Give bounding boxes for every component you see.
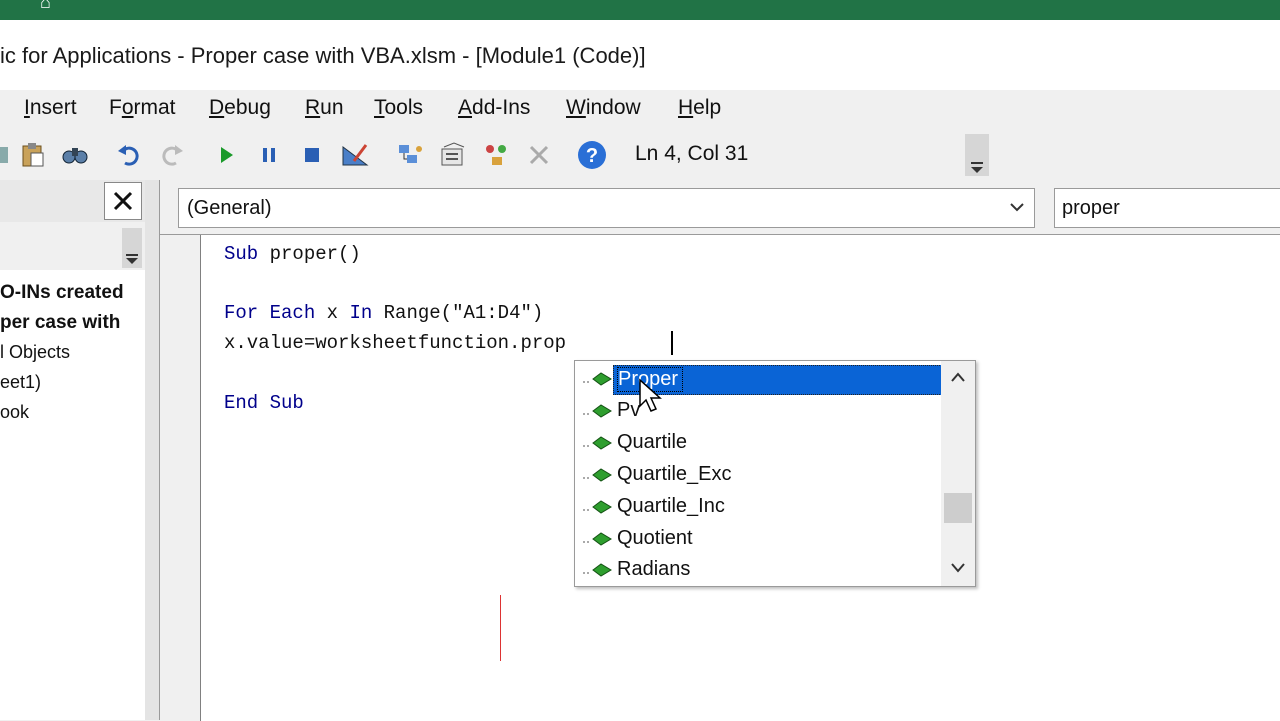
code-line-1: Sub proper() <box>224 243 361 265</box>
pane-splitter[interactable] <box>145 180 159 720</box>
close-icon[interactable] <box>104 182 142 220</box>
find-icon[interactable] <box>60 140 90 170</box>
code-line-4: x.value=worksheetfunction.prop <box>224 332 567 354</box>
menu-insert[interactable]: Insert <box>24 96 77 120</box>
title-bar: ic for Applications - Proper case with V… <box>0 20 1280 90</box>
code-line-6: End Sub <box>224 392 304 414</box>
excel-ribbon-strip: ⌂ <box>0 0 1280 20</box>
text-caret <box>671 331 673 355</box>
undo-icon[interactable] <box>114 140 144 170</box>
redo-icon[interactable] <box>157 140 187 170</box>
menu-add-ins[interactable]: Add-Ins <box>458 96 530 120</box>
excel-app-glyph: ⌂ <box>40 0 51 12</box>
autocomplete-label: Quartile_Exc <box>617 463 732 485</box>
properties-window-icon[interactable] <box>438 140 468 170</box>
autocomplete-item-pv[interactable]: Pv <box>575 396 941 426</box>
svg-text:?: ? <box>586 145 598 167</box>
object-browser-icon[interactable] <box>482 140 512 170</box>
menu-bar: Insert Format Debug Run Tools Add-Ins Wi… <box>0 90 1280 130</box>
method-icon <box>583 372 612 386</box>
standard-toolbar: ? Ln 4, Col 31 <box>0 130 990 180</box>
tree-addins-project[interactable]: O-INs created <box>0 282 124 304</box>
code-margin[interactable] <box>160 235 201 721</box>
chevron-down-icon[interactable] <box>950 561 966 573</box>
method-icon <box>583 500 612 514</box>
procedure-dropdown[interactable]: proper <box>1054 188 1280 228</box>
cursor-position-status: Ln 4, Col 31 <box>635 142 749 165</box>
autocomplete-label: Radians <box>617 558 691 580</box>
tree-workbook-project[interactable]: per case with <box>0 312 120 334</box>
reset-icon[interactable] <box>297 140 327 170</box>
procedure-dropdown-value: proper <box>1062 197 1120 219</box>
toolbox-icon[interactable] <box>525 140 555 170</box>
project-toolbar-grip[interactable] <box>122 228 142 268</box>
autocomplete-list: Proper Pv Quartile Quartile_Exc Quartile… <box>574 360 976 587</box>
autocomplete-item-quartile[interactable]: Quartile <box>575 428 941 458</box>
scrollbar-thumb[interactable] <box>944 493 972 523</box>
mouse-pointer-icon <box>639 378 662 412</box>
menu-tools[interactable]: Tools <box>374 96 423 120</box>
toolbar-options-grip[interactable] <box>965 134 989 176</box>
autocomplete-item-quotient[interactable]: Quotient <box>575 524 941 554</box>
menu-run[interactable]: Run <box>305 96 344 120</box>
window-title: ic for Applications - Proper case with V… <box>0 43 646 68</box>
menu-format[interactable]: Format <box>109 96 176 120</box>
autocomplete-label: Quartile <box>617 431 688 453</box>
tree-thisworkbook[interactable]: ook <box>0 402 29 423</box>
method-icon <box>583 468 612 482</box>
autocomplete-item-radians[interactable]: Radians <box>575 555 941 585</box>
design-mode-icon[interactable] <box>340 140 370 170</box>
red-marker-line <box>500 595 501 661</box>
autocomplete-label: Quartile_Inc <box>617 495 725 517</box>
autocomplete-label: Quotient <box>617 527 693 549</box>
tree-sheet1[interactable]: eet1) <box>0 372 41 393</box>
run-icon[interactable] <box>211 140 241 170</box>
method-icon <box>583 563 612 577</box>
help-icon[interactable]: ? <box>576 140 606 170</box>
autocomplete-scrollbar[interactable] <box>941 361 975 586</box>
menu-window[interactable]: Window <box>566 96 641 120</box>
object-dropdown-value: (General) <box>187 197 272 219</box>
chevron-up-icon[interactable] <box>950 371 966 383</box>
method-icon <box>583 404 612 418</box>
object-dropdown[interactable]: (General) <box>178 188 1035 228</box>
paste-icon[interactable] <box>18 140 48 170</box>
break-icon[interactable] <box>254 140 284 170</box>
code-line-3: For Each x In Range("A1:D4") <box>224 302 544 324</box>
tree-excel-objects[interactable]: l Objects <box>0 342 70 363</box>
method-icon <box>583 532 612 546</box>
autocomplete-label: Pv <box>617 399 641 421</box>
project-explorer-pane: O-INs created per case with l Objects ee… <box>0 180 146 720</box>
project-explorer-icon[interactable] <box>395 140 425 170</box>
autocomplete-item-quartile-inc[interactable]: Quartile_Inc <box>575 492 941 522</box>
menu-debug[interactable]: Debug <box>209 96 271 120</box>
project-pane-header <box>0 180 145 222</box>
chevron-down-icon[interactable] <box>1008 198 1026 221</box>
method-icon <box>583 436 612 450</box>
menu-help[interactable]: Help <box>678 96 721 120</box>
autocomplete-item-quartile-exc[interactable]: Quartile_Exc <box>575 460 941 490</box>
autocomplete-item-proper[interactable]: Proper <box>575 364 942 395</box>
